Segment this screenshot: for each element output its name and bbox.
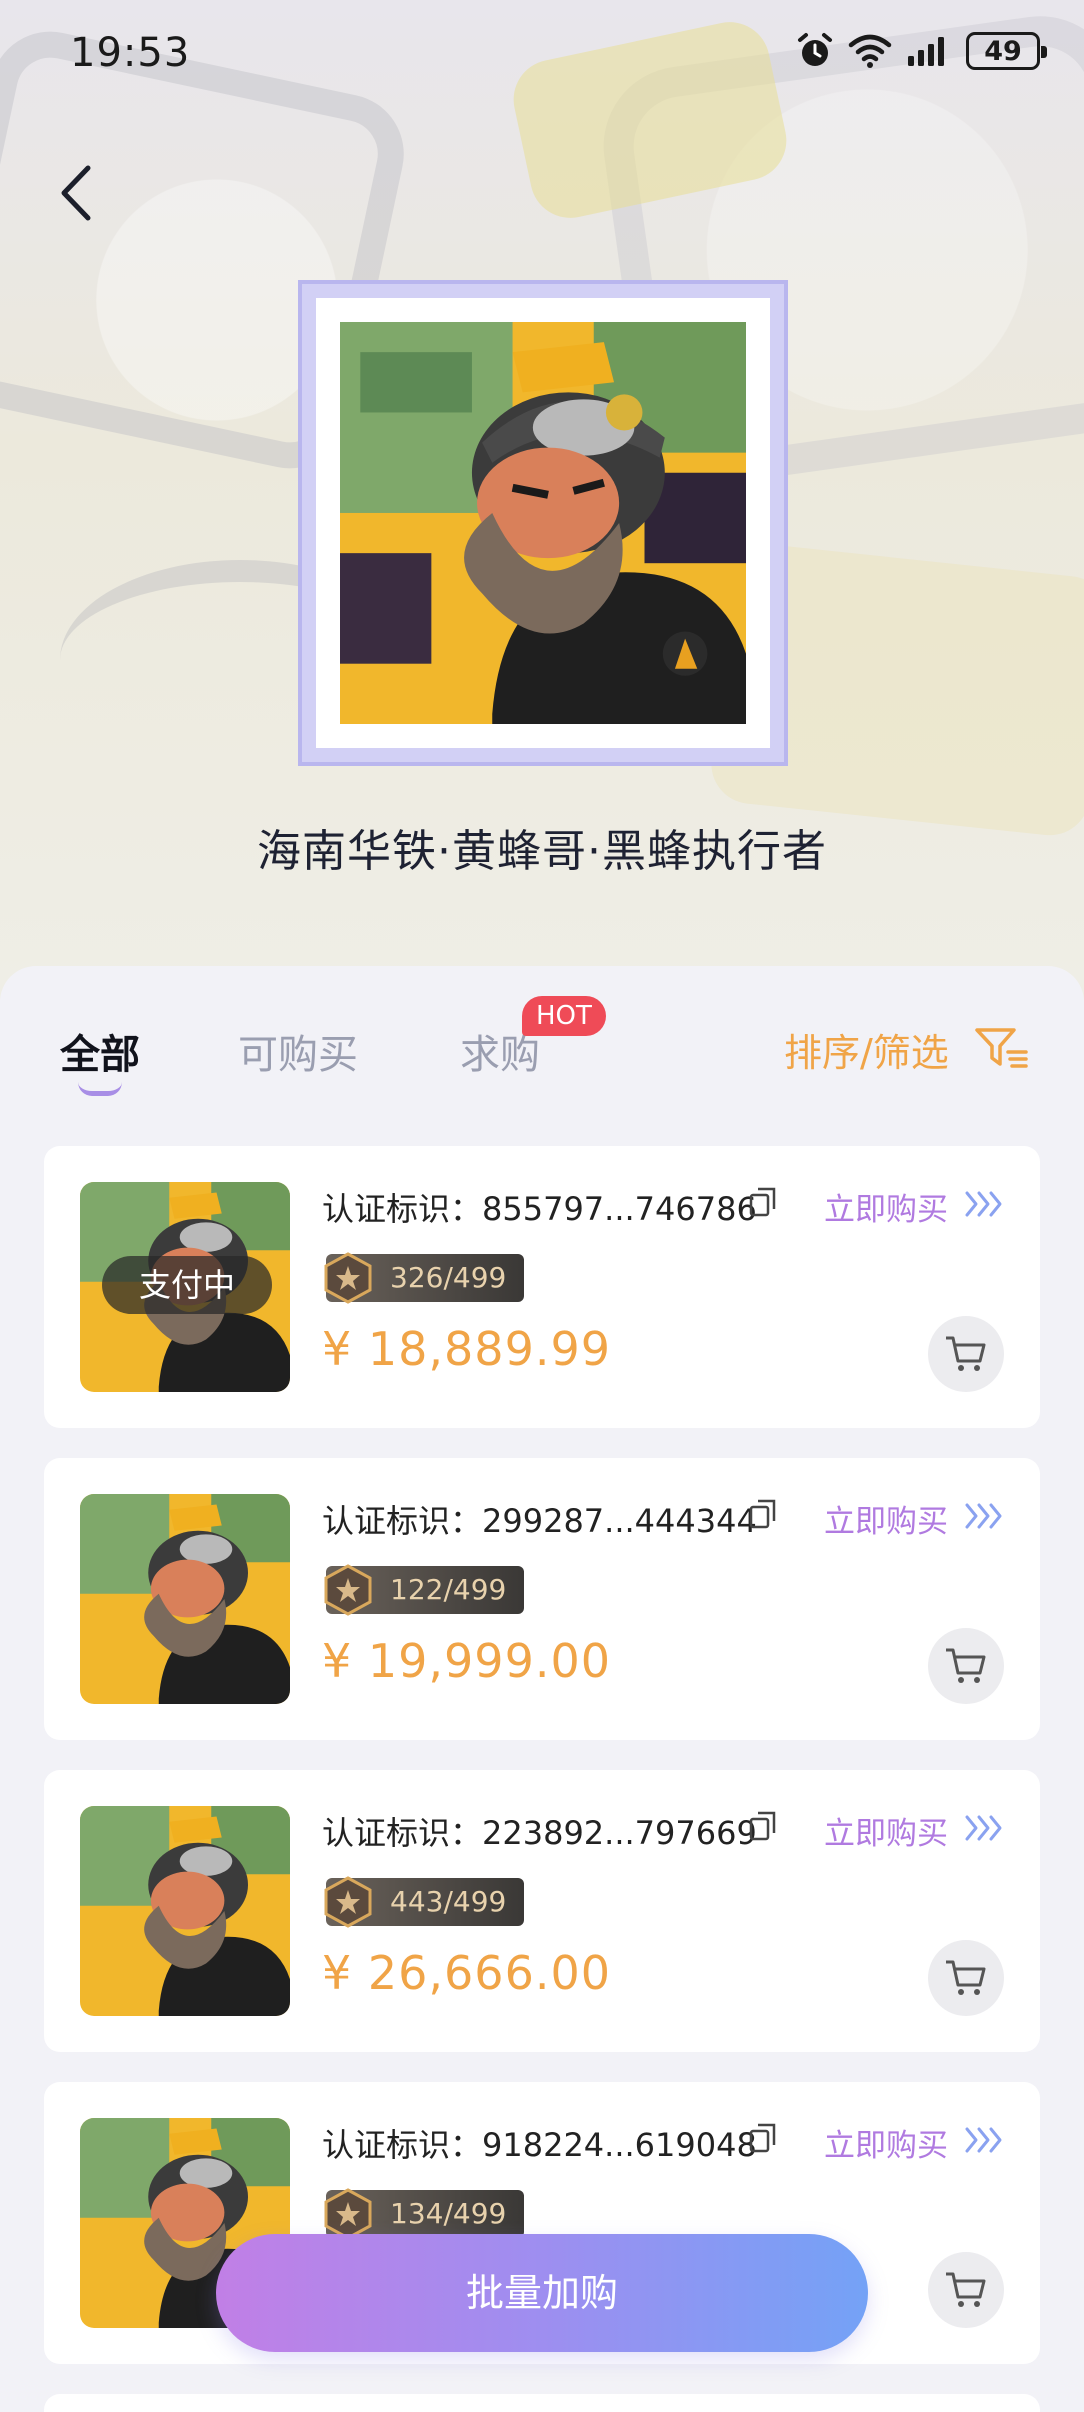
listing-thumbnail: 支付中 — [80, 1182, 290, 1392]
active-tab-indicator — [78, 1082, 122, 1096]
cart-icon — [946, 1648, 986, 1683]
buy-now-link[interactable]: 立即购买 — [824, 1184, 948, 1229]
wifi-icon — [848, 34, 892, 68]
cert-id-label: 认证标识：918224...619048 — [322, 2126, 757, 2164]
add-to-cart-button[interactable] — [928, 1940, 1004, 2016]
cart-icon — [946, 1336, 986, 1371]
listing-price: ¥ 19,999.00 — [322, 1634, 611, 1688]
batch-add-button[interactable]: 批量加购 — [216, 2234, 868, 2352]
listing-card[interactable]: 认证标识：299287...444344 立即购买 122/499 ¥ 19,9… — [44, 1458, 1040, 1740]
edition-number: 443/499 — [390, 1885, 507, 1918]
add-to-cart-button[interactable] — [928, 1628, 1004, 1704]
edition-badge: 443/499 — [324, 1876, 524, 1928]
buy-now-link[interactable]: 立即购买 — [824, 1496, 948, 1541]
hot-badge: HOT — [522, 996, 606, 1036]
tab-all[interactable]: 全部 — [60, 1022, 140, 1080]
cart-icon — [946, 2272, 986, 2307]
listing-artwork-image — [80, 1806, 290, 2016]
filter-icon[interactable] — [974, 1026, 1030, 1070]
battery-level: 49 — [984, 35, 1022, 67]
tab-bar: 全部 可购买 求购 HOT 排序/筛选 — [0, 966, 1084, 1106]
triple-chevron-right-icon[interactable] — [964, 1502, 1004, 1530]
paying-status-badge: 支付中 — [102, 1256, 272, 1314]
edition-number: 134/499 — [390, 2197, 507, 2230]
listing-artwork-image — [80, 1494, 290, 1704]
alarm-icon — [798, 33, 832, 66]
copy-icon[interactable] — [748, 1186, 778, 1218]
edition-number: 326/499 — [390, 1261, 507, 1294]
listing-card[interactable]: 认证标识：223892...797669 立即购买 443/499 ¥ 26,6… — [44, 1770, 1040, 2052]
battery-icon: 49 — [966, 32, 1047, 70]
listing-card[interactable] — [44, 2394, 1040, 2412]
edition-badge: 122/499 — [324, 1564, 524, 1616]
status-bar: 19:53 49 — [0, 0, 1084, 110]
sort-filter-button[interactable]: 排序/筛选 — [784, 1022, 949, 1077]
edition-number: 122/499 — [390, 1573, 507, 1606]
star-hexagon-icon — [324, 1876, 372, 1928]
buy-now-link[interactable]: 立即购买 — [824, 1808, 948, 1853]
copy-icon[interactable] — [748, 2122, 778, 2154]
status-icons: 49 — [796, 32, 1047, 70]
cart-icon — [946, 1960, 986, 1995]
triple-chevron-right-icon[interactable] — [964, 2126, 1004, 2154]
tab-buyable[interactable]: 可购买 — [238, 1022, 358, 1080]
listing-price: ¥ 18,889.99 — [322, 1322, 611, 1376]
star-hexagon-icon — [324, 2188, 372, 2240]
star-hexagon-icon — [324, 1252, 372, 1304]
listing-price: ¥ 26,666.00 — [322, 1946, 611, 2000]
collection-artwork-frame — [298, 280, 788, 766]
cert-id-label: 认证标识：855797...746786 — [322, 1190, 757, 1228]
add-to-cart-button[interactable] — [928, 1316, 1004, 1392]
status-time: 19:53 — [70, 30, 191, 76]
edition-badge: 326/499 — [324, 1252, 524, 1304]
cert-id-label: 认证标识：223892...797669 — [322, 1814, 757, 1852]
copy-icon[interactable] — [748, 1498, 778, 1530]
copy-icon[interactable] — [748, 1810, 778, 1842]
back-button[interactable] — [54, 160, 102, 226]
buy-now-link[interactable]: 立即购买 — [824, 2120, 948, 2165]
signal-icon — [908, 37, 944, 66]
cert-id-label: 认证标识：299287...444344 — [322, 1502, 757, 1540]
listing-thumbnail — [80, 1494, 290, 1704]
edition-badge: 134/499 — [324, 2188, 524, 2240]
collection-artwork-image — [340, 322, 746, 724]
listing-card[interactable]: 支付中 认证标识：855797...746786 立即购买 326/499 ¥ … — [44, 1146, 1040, 1428]
add-to-cart-button[interactable] — [928, 2252, 1004, 2328]
triple-chevron-right-icon[interactable] — [964, 1814, 1004, 1842]
listing-thumbnail — [80, 1806, 290, 2016]
star-hexagon-icon — [324, 1564, 372, 1616]
collection-title: 海南华铁·黄蜂哥·黑蜂执行者 — [257, 826, 827, 877]
triple-chevron-right-icon[interactable] — [964, 1190, 1004, 1218]
